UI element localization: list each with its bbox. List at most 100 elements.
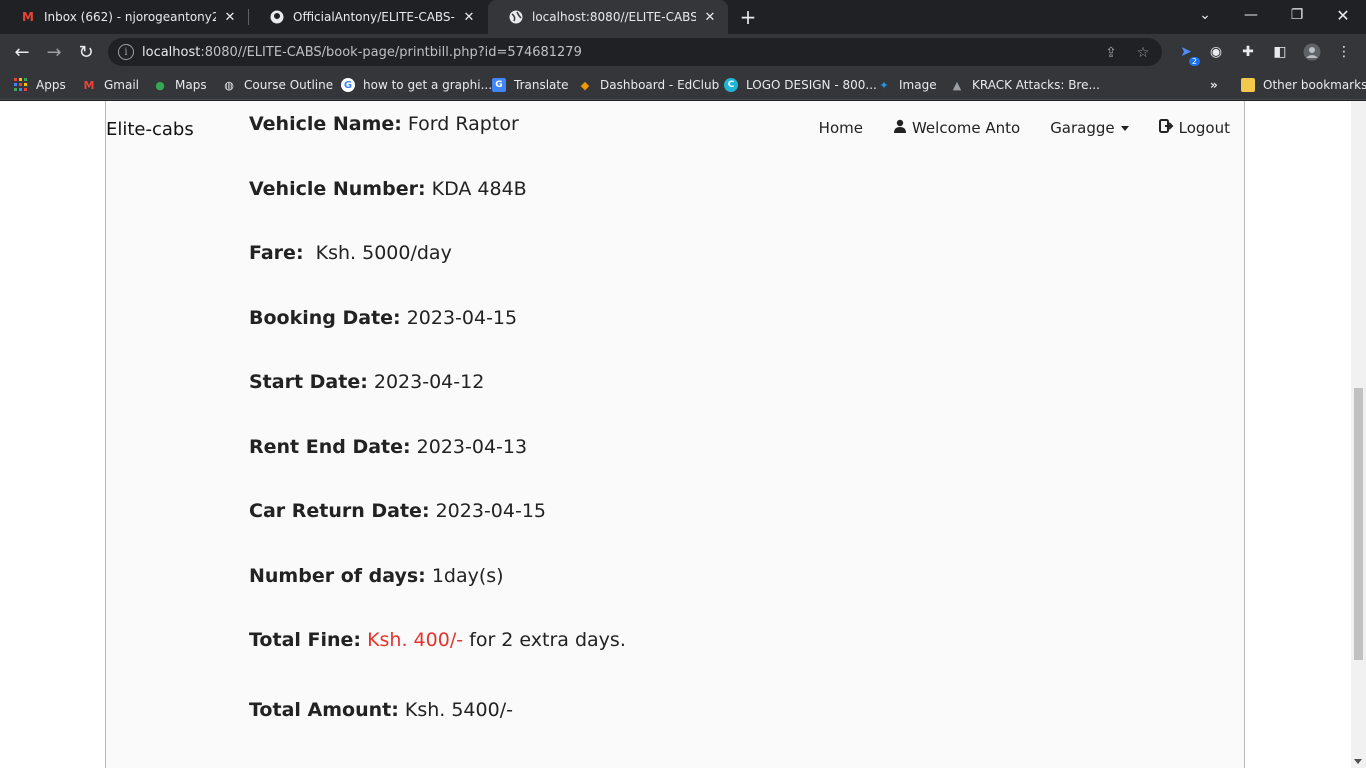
close-icon[interactable]: ✕ [461,9,477,25]
translate-icon: G [492,78,506,92]
back-button[interactable]: ← [8,38,36,66]
nav-garage-label: Garagge [1050,119,1115,137]
return-date-value: 2023-04-15 [435,500,547,522]
extension-icon[interactable]: ➤ 2 [1176,42,1200,66]
gmail-icon: M [22,10,34,24]
tab-github[interactable]: OfficialAntony/ELITE-CABS-SYSTEM ✕ [249,0,487,34]
site-info-icon[interactable]: i [118,44,134,60]
star-icon[interactable]: ☆ [1134,44,1152,62]
vehicle-number-row: Vehicle Number: KDA 484B [249,178,527,200]
tab-gmail[interactable]: M Inbox (662) - njorogeantony2020@ ✕ [0,0,248,34]
bookmark-label: Translate [514,78,569,92]
vehicle-name-row: Vehicle Name: Ford Raptor [249,113,519,135]
tab-search-icon[interactable]: ⌄ [1182,0,1228,30]
vehicle-number-label: Vehicle Number: [249,178,426,200]
close-icon[interactable]: ✕ [222,9,238,25]
overflow-label: » [1210,78,1218,92]
browser-toolbar: ← → ↻ i localhost:8080//ELITE-CABS/book-… [0,34,1366,70]
github-icon [269,9,285,25]
total-label: Total Amount: [249,699,399,721]
bookmark-image[interactable]: ✦ Image [877,76,937,94]
fine-row: Total Fine: Ksh. 400/- for 2 extra days. [249,629,626,651]
bookmark-label: Course Outline [244,78,334,92]
canva-icon: C [724,78,738,92]
puzzle-icon[interactable]: ✚ [1238,42,1258,62]
nav-welcome-label: Welcome Anto [911,119,1021,137]
total-value: Ksh. 5400/- [404,699,513,721]
fine-label: Total Fine: [249,629,362,651]
tab-strip: M Inbox (662) - njorogeantony2020@ ✕ Off… [0,0,1366,34]
booking-date-row: Booking Date: 2023-04-15 [249,307,517,329]
top-nav: Home Welcome Anto Garagge Logout [789,119,1230,137]
close-window-button[interactable]: ✕ [1320,0,1366,30]
share-icon[interactable]: ⇪ [1102,44,1120,62]
bookmark-edclub[interactable]: ◆ Dashboard - EdClub [578,76,719,94]
tab-title: OfficialAntony/ELITE-CABS-SYSTEM [293,10,455,24]
tab-title: localhost:8080//ELITE-CABS/book-page [532,10,696,24]
bookmarks-overflow-button[interactable]: » [1210,76,1218,94]
kebab-menu-icon[interactable]: ⋮ [1334,42,1354,62]
bookmarks-bar: Apps M Gmail ● Maps ◍ Course Outline G h… [0,70,1366,100]
return-date-label: Car Return Date: [249,500,430,522]
url-text[interactable]: localhost:8080//ELITE-CABS/book-page/pri… [142,45,582,60]
folder-icon [1241,78,1255,92]
tab-title: Inbox (662) - njorogeantony2020@ [44,10,216,24]
bookmark-course-outline[interactable]: ◍ Course Outline [222,76,333,94]
total-row: Total Amount: Ksh. 5400/- [249,699,513,721]
restore-button[interactable]: ❐ [1274,0,1320,30]
vehicle-name-value: Ford Raptor [407,113,519,135]
nav-home[interactable]: Home [819,119,863,137]
vehicle-name-label: Vehicle Name: [249,113,402,135]
bookmark-label: Gmail [104,78,140,92]
rent-end-label: Rent End Date: [249,436,411,458]
bookmark-gmail[interactable]: M Gmail [82,76,140,94]
nav-logout[interactable]: Logout [1158,119,1230,137]
minimize-button[interactable]: — [1228,0,1274,30]
booking-date-label: Booking Date: [249,307,401,329]
scroll-down-arrow-icon[interactable] [1354,759,1362,764]
url-path: :8080//ELITE-CABS/book-page/printbill.ph… [200,44,582,60]
bookmark-translate[interactable]: G Translate [492,76,569,94]
start-date-label: Start Date: [249,371,368,393]
rent-end-value: 2023-04-13 [416,436,528,458]
bookmark-label: Other bookmarks [1263,78,1366,92]
extension-mask-icon[interactable]: ◉ [1206,42,1226,62]
krack-icon: ▲ [952,78,962,92]
url-host: localhost [142,44,201,60]
gmail-icon: M [83,78,95,92]
bookmark-maps[interactable]: ● Maps [153,76,206,94]
edclub-icon: ◆ [580,78,590,92]
bookmark-other[interactable]: Other bookmarks [1241,76,1366,94]
fine-amount: Ksh. 400/- [367,629,464,651]
extension-badge: 2 [1188,57,1200,66]
bookmark-label: Dashboard - EdClub [600,78,720,92]
fine-suffix: for 2 extra days. [469,629,626,651]
vehicle-number-value: KDA 484B [431,178,527,200]
nav-logout-label: Logout [1178,119,1230,137]
user-icon [893,119,907,137]
start-date-value: 2023-04-12 [373,371,485,393]
brand-logo[interactable]: Elite-cabs [106,119,194,140]
close-icon[interactable]: ✕ [702,9,718,25]
new-tab-button[interactable]: + [738,5,758,29]
bookmark-apps[interactable]: Apps [14,76,66,94]
profile-avatar[interactable] [1302,42,1322,62]
logout-icon [1158,119,1174,137]
tab-localhost[interactable]: localhost:8080//ELITE-CABS/book-page ✕ [488,0,728,34]
address-bar[interactable]: i localhost:8080//ELITE-CABS/book-page/p… [108,38,1162,66]
fare-label: Fare: [249,242,304,264]
caret-down-icon [1120,125,1129,131]
bookmark-label: Image [899,78,937,92]
google-icon: G [341,78,355,92]
page-scrollbar[interactable] [1351,101,1366,768]
page-container: Elite-cabs Home Welcome Anto Garagge Log… [105,101,1245,768]
scrollbar-thumb[interactable] [1354,388,1363,660]
side-panel-icon[interactable]: ◧ [1270,42,1290,62]
reload-button[interactable]: ↻ [72,38,100,66]
nav-welcome[interactable]: Welcome Anto [893,119,1020,137]
bookmark-graphics[interactable]: G how to get a graphi... [341,76,492,94]
forward-button[interactable]: → [40,38,68,66]
bookmark-logo-design[interactable]: C LOGO DESIGN - 800... [724,76,877,94]
bookmark-krack[interactable]: ▲ KRACK Attacks: Bre... [950,76,1100,94]
nav-garage-dropdown[interactable]: Garagge [1050,119,1129,137]
